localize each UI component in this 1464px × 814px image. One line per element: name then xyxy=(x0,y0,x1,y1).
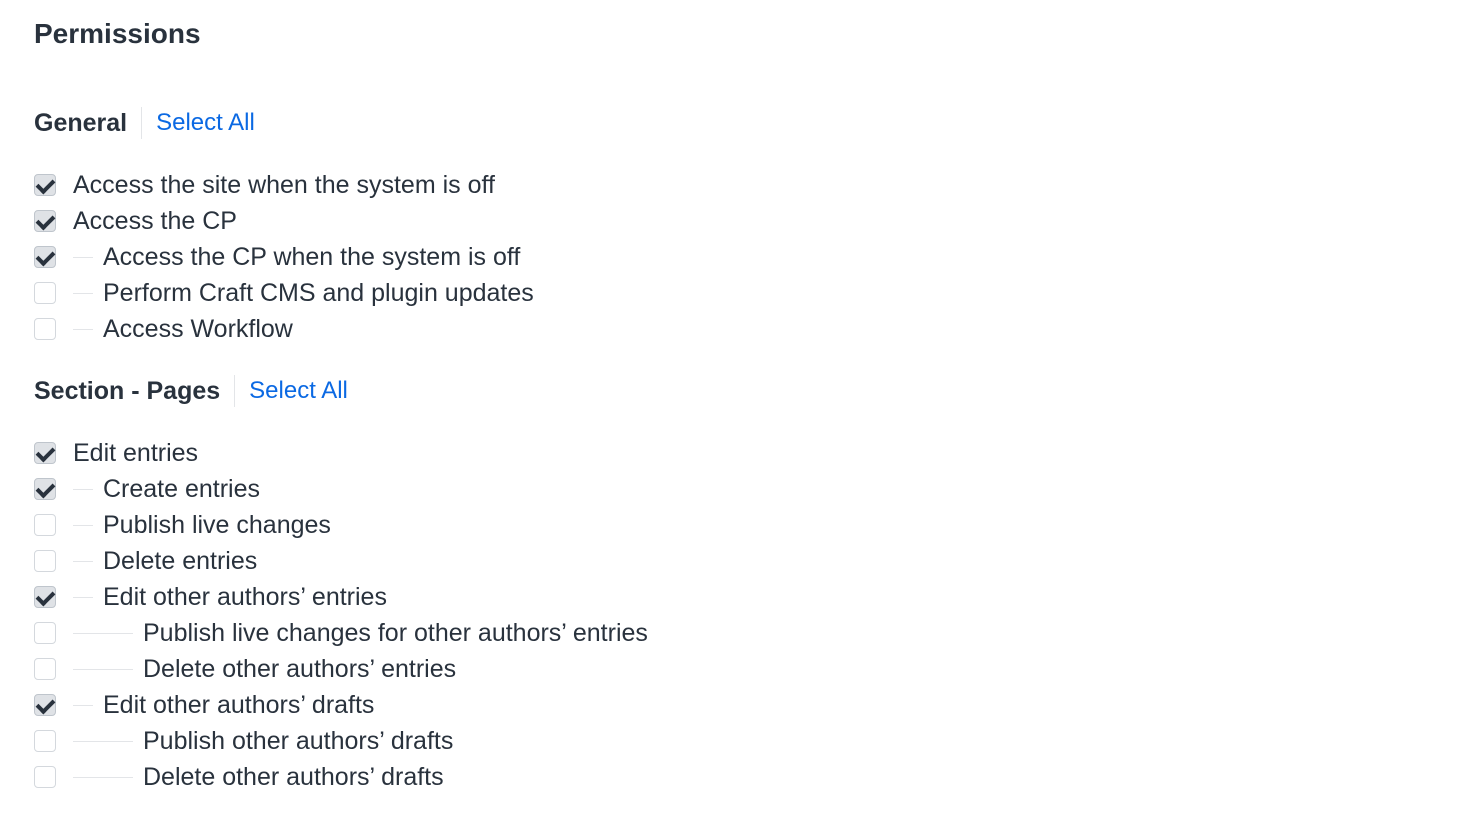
permission-label[interactable]: Access the CP when the system is off xyxy=(103,243,520,272)
permission-checkbox[interactable] xyxy=(34,658,56,680)
permission-checkbox[interactable] xyxy=(34,174,56,196)
permission-label[interactable]: Create entries xyxy=(103,475,260,504)
permission-checkbox[interactable] xyxy=(34,550,56,572)
permission-row[interactable]: Create entries xyxy=(34,471,260,507)
permission-label[interactable]: Delete entries xyxy=(103,547,257,576)
nesting-line xyxy=(73,292,93,294)
select-all-link[interactable]: Select All xyxy=(156,109,255,137)
permission-checkbox[interactable] xyxy=(34,766,56,788)
permission-checkbox[interactable] xyxy=(34,586,56,608)
permission-label[interactable]: Perform Craft CMS and plugin updates xyxy=(103,279,534,308)
group-heading: Section - Pages xyxy=(34,375,236,407)
permission-row[interactable]: Publish other authors’ drafts xyxy=(34,723,453,759)
permission-checkbox[interactable] xyxy=(34,282,56,304)
permission-checkbox[interactable] xyxy=(34,730,56,752)
nesting-line xyxy=(73,668,133,670)
permission-label[interactable]: Publish live changes xyxy=(103,511,331,540)
nesting-line xyxy=(73,632,133,634)
permission-row[interactable]: Publish live changes xyxy=(34,507,331,543)
select-all-link[interactable]: Select All xyxy=(249,377,348,405)
permission-label[interactable]: Access the CP xyxy=(73,207,237,236)
nesting-line xyxy=(73,524,93,526)
page-title: Permissions xyxy=(34,18,201,49)
permission-row[interactable]: Access Workflow xyxy=(34,311,293,347)
permission-row[interactable]: Edit other authors’ entries xyxy=(34,579,387,615)
nesting-line xyxy=(73,328,93,330)
permission-checkbox[interactable] xyxy=(34,318,56,340)
permission-row[interactable]: Edit other authors’ drafts xyxy=(34,687,374,723)
permission-label[interactable]: Delete other authors’ entries xyxy=(143,655,456,684)
permission-row[interactable]: Delete entries xyxy=(34,543,257,579)
permission-row[interactable]: Publish live changes for other authors’ … xyxy=(34,615,648,651)
permission-checkbox[interactable] xyxy=(34,622,56,644)
permission-row[interactable]: Access the CP when the system is off xyxy=(34,239,520,275)
permission-checkbox[interactable] xyxy=(34,210,56,232)
permission-checkbox[interactable] xyxy=(34,478,56,500)
permission-row[interactable]: Delete other authors’ drafts xyxy=(34,759,444,795)
permission-row[interactable]: Access the CP xyxy=(34,203,237,239)
group-header: General Select All xyxy=(34,106,255,140)
permission-label[interactable]: Publish other authors’ drafts xyxy=(143,727,453,756)
permission-checkbox[interactable] xyxy=(34,246,56,268)
permission-row[interactable]: Access the site when the system is off xyxy=(34,167,495,203)
nesting-line xyxy=(73,704,93,706)
group-heading: General xyxy=(34,107,143,139)
nesting-line xyxy=(73,740,133,742)
permission-label[interactable]: Publish live changes for other authors’ … xyxy=(143,619,648,648)
permission-row[interactable]: Delete other authors’ entries xyxy=(34,651,456,687)
permission-label[interactable]: Edit other authors’ drafts xyxy=(103,691,374,720)
permission-checkbox[interactable] xyxy=(34,442,56,464)
nesting-line xyxy=(73,488,93,490)
nesting-line xyxy=(73,560,93,562)
permission-row[interactable]: Perform Craft CMS and plugin updates xyxy=(34,275,534,311)
permission-checkbox[interactable] xyxy=(34,694,56,716)
permission-label[interactable]: Delete other authors’ drafts xyxy=(143,763,444,792)
nesting-line xyxy=(73,596,93,598)
permission-checkbox[interactable] xyxy=(34,514,56,536)
nesting-line xyxy=(73,256,93,258)
permission-label[interactable]: Edit entries xyxy=(73,439,198,468)
permission-label[interactable]: Edit other authors’ entries xyxy=(103,583,387,612)
group-header: Section - Pages Select All xyxy=(34,374,348,408)
permission-row[interactable]: Edit entries xyxy=(34,435,198,471)
permission-label[interactable]: Access Workflow xyxy=(103,315,293,344)
nesting-line xyxy=(73,776,133,778)
permission-label[interactable]: Access the site when the system is off xyxy=(73,171,495,200)
